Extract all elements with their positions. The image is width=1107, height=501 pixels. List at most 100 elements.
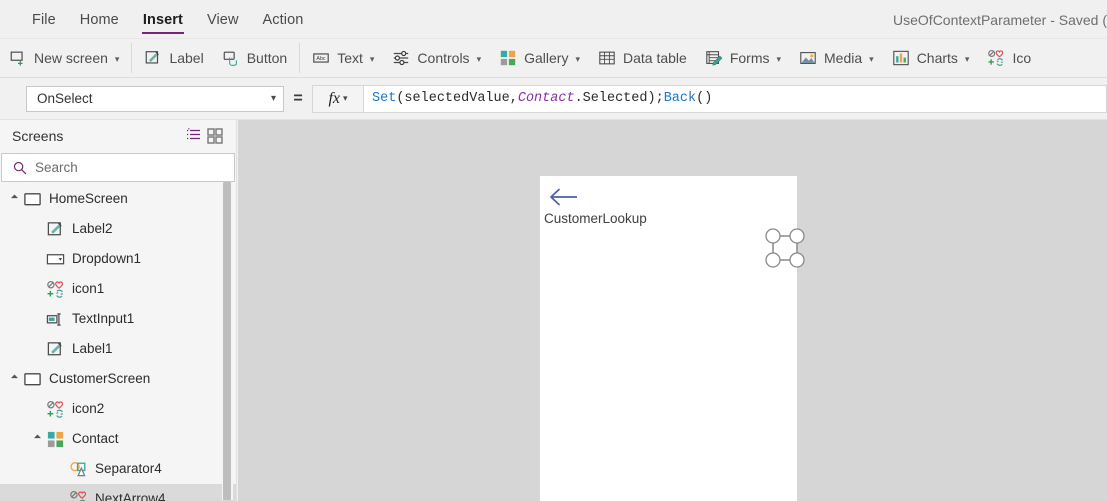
formula-token: () [696, 91, 713, 106]
controls-icon [394, 50, 409, 66]
menu-item-home[interactable]: Home [68, 0, 131, 39]
tree-panel-title: Screens [12, 127, 64, 144]
window-title: UseOfContextParameter - Saved ( [893, 11, 1107, 28]
tree-node-label2[interactable]: Label2 [0, 214, 236, 244]
property-select-value: OnSelect [37, 91, 93, 106]
data-table-icon [599, 51, 615, 65]
ribbon-button-label: Charts [916, 50, 958, 66]
tree-node-icon [45, 249, 65, 269]
tree-node-icon1[interactable]: icon1 [0, 274, 236, 304]
tree-node-icon [22, 369, 42, 389]
selection-handle-icon[interactable] [762, 225, 808, 271]
ribbon-button-label: Label [169, 50, 204, 66]
tree-node-separator4[interactable]: Separator4 [0, 454, 236, 484]
design-canvas[interactable]: CustomerLookup [238, 120, 1107, 501]
twisty-expanded-icon[interactable] [30, 424, 45, 454]
tree-node-label: Label1 [72, 341, 113, 357]
tree-node-label: NextArrow4 [95, 491, 166, 501]
fx-button[interactable]: fx ▾ [312, 84, 364, 113]
tree-node-label: HomeScreen [49, 191, 128, 207]
svg-text:Abc: Abc [317, 56, 327, 62]
ribbon-toolbar: New screen ▾ Label Button Abc Text ▾ Controls ▾ G… [0, 39, 1107, 78]
tree-scrollbar[interactable] [222, 182, 233, 500]
screen-icon [23, 192, 41, 205]
tree-node-label1[interactable]: Label1 [0, 334, 236, 364]
ribbon-button-charts[interactable]: Charts ▾ [883, 43, 979, 73]
twisty-expanded-icon[interactable] [7, 184, 22, 214]
ribbon-button-data-table[interactable]: Data table [589, 43, 696, 73]
chevron-down-icon: ▾ [476, 53, 482, 64]
ribbon-button-label: New screen [34, 50, 108, 66]
chevron-down-icon: ▾ [575, 53, 580, 64]
label-icon [47, 341, 62, 355]
search-input[interactable]: Search [1, 153, 235, 182]
back-arrow-icon[interactable] [548, 184, 582, 210]
app-screen-preview[interactable]: CustomerLookup [540, 176, 805, 501]
menu-item-view[interactable]: View [195, 0, 251, 39]
twisty-expanded-icon[interactable] [7, 364, 22, 394]
thumbnail-view-icon[interactable] [204, 126, 226, 146]
shapes-icon [69, 461, 86, 476]
chevron-down-icon: ▾ [114, 53, 120, 64]
ribbon-button-controls[interactable]: Controls ▾ [383, 43, 490, 73]
tree-node-customerscreen[interactable]: CustomerScreen [0, 364, 236, 394]
tree-node-nextarrow4[interactable]: NextArrow4 [0, 484, 236, 501]
chevron-down-icon: ▾ [964, 53, 970, 64]
tree-node-icon [45, 279, 65, 299]
ribbon-button-new-screen[interactable]: New screen ▾ [0, 43, 128, 73]
label-icon [146, 51, 160, 64]
ribbon-button-label: Gallery [524, 50, 569, 66]
tree-node-icon [22, 189, 42, 209]
chevron-down-icon: ▾ [776, 53, 782, 64]
ribbon-button-label: Forms [729, 50, 770, 66]
tree-node-contact[interactable]: Contact [0, 424, 236, 454]
tree-node-dropdown1[interactable]: Dropdown1 [0, 244, 236, 274]
tree-node-icon [45, 339, 65, 359]
tree-panel-header: Screens [0, 120, 236, 151]
tree-scrollbar-thumb[interactable] [223, 182, 231, 500]
formula-token: Contact [517, 91, 575, 106]
tree-node-icon [45, 429, 65, 449]
icons-icon [69, 490, 86, 501]
ribbon-button-forms[interactable]: Forms ▾ [696, 43, 790, 73]
label-icon [47, 221, 62, 235]
ribbon-button-gallery[interactable]: Gallery ▾ [490, 43, 589, 73]
equals-sign: = [293, 89, 303, 107]
menu-item-insert[interactable]: Insert [131, 0, 195, 39]
icons-icon [988, 49, 1004, 66]
tree-view-icon[interactable] [182, 126, 204, 146]
icons-icon [46, 280, 63, 298]
ribbon-group: New screen ▾ [0, 39, 128, 78]
ribbon-button-label: Text [337, 50, 363, 66]
icons-icon [46, 400, 63, 418]
button-icon [223, 51, 237, 66]
ribbon-button-label[interactable]: Label [135, 43, 212, 73]
screens-tree-panel: Screens Search HomeScreen Label2 Dropdow… [0, 120, 237, 501]
chevron-down-icon: ▾ [270, 93, 276, 104]
powerapps-studio-window: File Home Insert View Action UseOfContextPar… [0, 0, 1107, 501]
tree-node-icon2[interactable]: icon2 [0, 394, 236, 424]
ribbon-button-media[interactable]: Media ▾ [790, 43, 883, 73]
menu-item-file[interactable]: File [20, 0, 68, 39]
tree-node-textinput1[interactable]: TextInput1 [0, 304, 236, 334]
ribbon-button-button[interactable]: Button [213, 43, 296, 73]
ribbon-separator [299, 43, 301, 73]
tree-node-label: icon1 [72, 281, 105, 297]
tree-node-homescreen[interactable]: HomeScreen [0, 184, 236, 214]
ribbon-button-text[interactable]: Abc Text ▾ [303, 43, 383, 73]
ribbon-button-ico[interactable]: Ico [978, 43, 1040, 73]
tree-node-icon [68, 489, 88, 501]
new-screen-icon [10, 51, 23, 66]
formula-token: Set [372, 91, 397, 106]
ribbon-button-label: Button [246, 50, 288, 66]
tree-node-label: Contact [72, 431, 119, 447]
formula-input[interactable]: Set (selectedValue, Contact .Selected); Back… [364, 84, 1107, 113]
menu-item-action[interactable]: Action [251, 0, 316, 39]
property-select[interactable]: OnSelect ▾ [26, 85, 284, 112]
